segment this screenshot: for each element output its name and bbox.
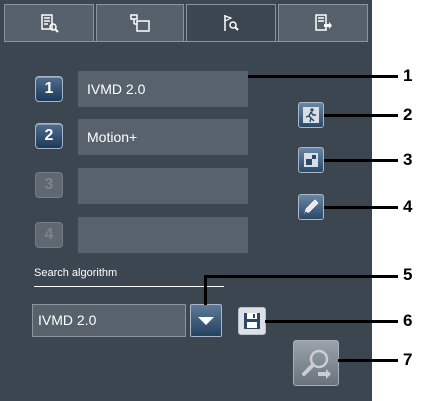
list-magnifier-icon [41,14,59,33]
search-label-underline [34,286,224,287]
folder-tree-icon [130,14,150,32]
tab-list-search[interactable] [4,4,94,42]
area-squares-icon [304,153,318,167]
callout-line-5 [204,275,398,278]
slot-3-button: 3 [35,172,63,198]
tab-folder-tree[interactable] [96,4,184,42]
save-button[interactable] [238,307,266,335]
flag-magnifier-icon [224,15,239,31]
callout-line-4 [324,206,398,209]
slot-3-field [78,168,248,204]
chevron-down-icon [198,316,214,325]
slot-1-field[interactable]: IVMD 2.0 [78,71,248,107]
save-icon [244,313,260,329]
slot-4-button: 4 [35,222,63,248]
search-algorithm-select[interactable]: IVMD 2.0 [32,304,186,337]
motion-button[interactable] [298,102,324,128]
tab-bar [4,4,368,42]
export-list-icon [315,14,332,31]
dropdown-button[interactable] [190,304,222,337]
callout-line-2 [324,114,398,117]
callout-7: 7 [403,350,413,369]
tab-flag-search[interactable] [186,4,276,42]
callout-line-1 [248,75,398,78]
motion-runner-icon [303,107,319,123]
slot-2-field[interactable]: Motion+ [78,119,248,155]
area-button[interactable] [298,147,324,173]
callout-1: 1 [403,66,413,85]
callout-vline-5 [204,275,207,305]
callout-2: 2 [403,105,413,124]
slot-2-button[interactable]: 2 [35,123,63,149]
callout-3: 3 [403,150,413,169]
edit-pencil-icon [304,199,319,214]
callout-line-7 [338,359,398,362]
callout-line-6 [265,320,398,323]
search-magnifier-icon [302,349,331,379]
callout-6: 6 [403,311,413,330]
tab-divider [4,41,368,42]
search-algorithm-label: Search algorithm [34,267,118,279]
algorithm-panel: 1 IVMD 2.0 2 Motion+ 3 4 Search algorith… [0,0,372,401]
callout-line-3 [324,159,398,162]
callout-4: 4 [403,197,413,216]
search-button[interactable] [293,340,339,386]
slot-4-field [78,217,248,253]
tab-export[interactable] [278,4,368,42]
edit-button[interactable] [298,194,324,220]
callout-5: 5 [403,265,413,284]
slot-1-button[interactable]: 1 [35,76,63,102]
